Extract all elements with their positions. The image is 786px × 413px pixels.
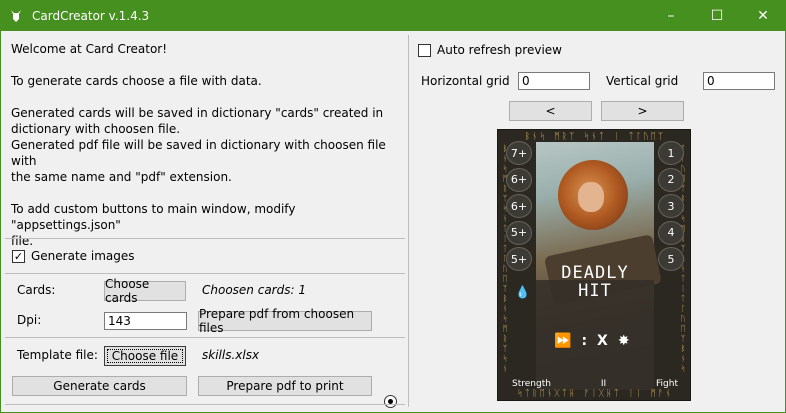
choose-cards-button[interactable]: Choose cards	[104, 277, 186, 305]
custom-buttons-text-1: To add custom buttons to main window, mo…	[11, 202, 296, 232]
card-left-value: 5+	[504, 220, 534, 247]
auto-refresh-box	[418, 43, 431, 57]
card-footer-right: Fight	[656, 379, 678, 389]
card-left-value: 6+	[504, 167, 534, 194]
previous-card-button[interactable]: <	[509, 101, 592, 121]
horizontal-grid-input[interactable]: 0	[518, 72, 590, 90]
cards-saved-text-2: dictionary with choosen file.	[11, 122, 181, 136]
pdf-saved-text-1: Generated pdf file will be saved in dict…	[11, 138, 386, 168]
next-card-button[interactable]: >	[601, 101, 684, 121]
card-preview: ᛒᚾᛋ ᛗᚱᛉ ᛋᚾᛏ ᛁ ᛏᛚᚢᛖᛉ ᛒ ᚾ ᛋ ᛗ ᚱ ᛉ ᛋ ᚾ ᛏ ᛁ …	[497, 129, 691, 401]
template-file-label: Template file:	[17, 348, 98, 362]
card-title-line-1: DEADLY	[561, 263, 629, 283]
dpi-input[interactable]: 143	[104, 312, 187, 330]
effect-colon: :	[581, 333, 588, 349]
choose-file-button[interactable]: Choose file	[104, 346, 186, 366]
fast-forward-icon: ⏩	[554, 333, 572, 349]
vertical-separator	[408, 35, 409, 407]
auto-refresh-checkbox[interactable]: Auto refresh preview	[418, 43, 562, 57]
template-file-name: skills.xlsx	[202, 348, 260, 362]
generate-images-checkbox[interactable]: ✓ Generate images	[12, 249, 135, 263]
card-footer: Strength II Fight	[512, 379, 678, 389]
welcome-text: Welcome at Card Creator!	[11, 42, 168, 56]
choose-file-text: To generate cards choose a file with dat…	[11, 74, 262, 88]
card-left-values: 7+ 6+ 6+ 5+ 5+	[504, 140, 534, 273]
card-right-value: 3	[656, 193, 686, 220]
card-right-value: 4	[656, 220, 686, 247]
card-left-value: 5+	[504, 246, 534, 273]
card-right-value: 2	[656, 167, 686, 194]
card-footer-left: Strength	[512, 379, 551, 389]
separator	[5, 404, 405, 405]
title-bar: CardCreator v.1.4.3 – ☐ ✕	[0, 0, 786, 31]
app-icon	[8, 8, 24, 24]
card-artwork-face	[578, 182, 604, 212]
card-title-line-2: HIT	[578, 281, 612, 301]
card-right-value: 5	[656, 246, 686, 273]
card-rune-border-bottom: ᛋᛏᚱᛖᚾᚷᛏᚺ ᚠᛁᚷᚺᛏ ᛁᛁ ᛗᚨᚾ	[517, 389, 673, 399]
prepare-pdf-to-print-button[interactable]: Prepare pdf to print	[198, 376, 372, 396]
auto-refresh-label: Auto refresh preview	[437, 43, 562, 57]
cards-label: Cards:	[17, 283, 56, 297]
horizontal-grid-label: Horizontal grid	[421, 74, 510, 88]
print-radio-button[interactable]	[384, 395, 397, 408]
card-left-value: 7+	[504, 140, 534, 167]
pdf-saved-text-2: the same name and "pdf" extension.	[11, 170, 232, 184]
card-footer-mid: II	[600, 379, 607, 389]
cards-saved-text-1: Generated cards will be saved in diction…	[11, 106, 384, 120]
separator	[5, 273, 405, 274]
vertical-grid-label: Vertical grid	[606, 74, 679, 88]
dpi-label: Dpi:	[17, 313, 42, 327]
choosen-cards-status: Choosen cards: 1	[202, 283, 306, 297]
drop-icon: 💧	[515, 285, 530, 299]
close-button[interactable]: ✕	[740, 0, 786, 31]
separator	[5, 238, 405, 239]
minimize-button[interactable]: –	[648, 0, 694, 31]
generate-cards-button[interactable]: Generate cards	[12, 376, 187, 396]
prepare-pdf-from-files-button[interactable]: Prepare pdf from choosen files	[198, 307, 372, 335]
maximize-button[interactable]: ☐	[694, 0, 740, 31]
card-right-value: 1	[656, 140, 686, 167]
separator	[5, 337, 405, 338]
burst-icon: ✸	[617, 333, 630, 349]
info-text: Welcome at Card Creator! To generate car…	[11, 41, 391, 249]
custom-buttons-text-2: file.	[11, 234, 34, 248]
card-effect: ⏩ : X ✸	[554, 333, 630, 349]
card-right-values: 1 2 3 4 5	[656, 140, 686, 273]
checkmark-icon: ✓	[12, 249, 25, 263]
card-title: DEADLY HIT	[536, 264, 654, 300]
generate-images-label: Generate images	[31, 249, 135, 263]
effect-x: X	[597, 333, 608, 349]
card-left-value: 6+	[504, 193, 534, 220]
window-title: CardCreator v.1.4.3	[32, 8, 150, 23]
vertical-grid-input[interactable]: 0	[703, 72, 775, 90]
